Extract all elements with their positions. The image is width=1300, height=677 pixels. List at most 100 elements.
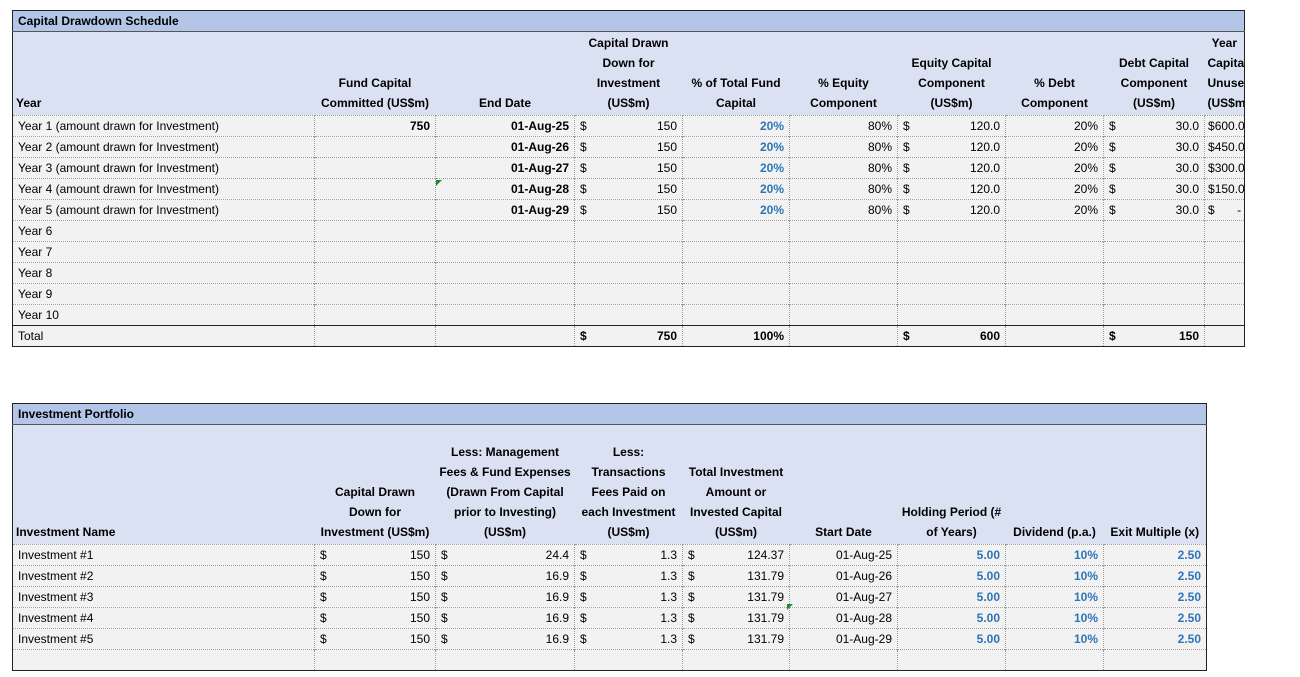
- total-invested-cell[interactable]: $131.79: [682, 565, 790, 587]
- empty-cell[interactable]: [435, 220, 575, 242]
- empty-cell[interactable]: [897, 262, 1006, 284]
- header-year[interactable]: Year: [12, 31, 315, 116]
- drawn-cell[interactable]: $150: [574, 136, 683, 158]
- total-equity-cell[interactable]: $600: [897, 325, 1006, 347]
- unused-cell[interactable]: $600.0: [1203, 115, 1246, 137]
- dividend[interactable]: 10%: [1005, 607, 1104, 629]
- debt-cell[interactable]: $30.0: [1103, 199, 1205, 221]
- exit-multiple[interactable]: 2.50: [1102, 628, 1208, 650]
- exit-multiple[interactable]: 2.50: [1102, 565, 1208, 587]
- header-dividend[interactable]: Dividend (p.a.): [1005, 424, 1104, 545]
- start-date[interactable]: 01-Aug-27: [789, 586, 898, 608]
- drawn-cell[interactable]: $150: [314, 544, 436, 566]
- pct-debt-value[interactable]: 20%: [1005, 157, 1104, 179]
- empty-cell[interactable]: [314, 283, 436, 305]
- header-pct-equity[interactable]: % Equity Component: [789, 31, 898, 116]
- holding-period[interactable]: 5.00: [897, 628, 1006, 650]
- total-invested-cell[interactable]: $124.37: [682, 544, 790, 566]
- year-label[interactable]: Year 1 (amount drawn for Investment): [12, 115, 315, 137]
- empty-cell[interactable]: [897, 241, 1006, 263]
- empty-cell[interactable]: [1005, 241, 1104, 263]
- blank-cell[interactable]: [682, 649, 790, 671]
- total-pct-equity-cell[interactable]: [789, 325, 898, 347]
- header-management-fees[interactable]: Less: Management Fees & Fund Expenses (D…: [435, 424, 575, 545]
- unused-cell[interactable]: $ -: [1203, 199, 1246, 221]
- holding-period[interactable]: 5.00: [897, 607, 1006, 629]
- start-date[interactable]: 01-Aug-29: [789, 628, 898, 650]
- start-date[interactable]: 01-Aug-25: [789, 544, 898, 566]
- empty-cell[interactable]: [435, 283, 575, 305]
- end-date[interactable]: 01-Aug-25: [435, 115, 575, 137]
- empty-cell[interactable]: [574, 220, 683, 242]
- exit-multiple[interactable]: 2.50: [1102, 544, 1208, 566]
- unused-cell[interactable]: $300.0: [1203, 157, 1246, 179]
- empty-cell[interactable]: [682, 283, 790, 305]
- drawn-cell[interactable]: $150: [314, 628, 436, 650]
- pct-debt-value[interactable]: 20%: [1005, 178, 1104, 200]
- debt-cell[interactable]: $30.0: [1103, 115, 1205, 137]
- year-label[interactable]: Year 7: [12, 241, 315, 263]
- equity-cell[interactable]: $120.0: [897, 136, 1006, 158]
- header-investment-name[interactable]: Investment Name: [12, 424, 315, 545]
- drawn-cell[interactable]: $150: [574, 178, 683, 200]
- investment-name[interactable]: Investment #3: [12, 586, 315, 608]
- drawn-cell[interactable]: $150: [574, 199, 683, 221]
- start-date[interactable]: 01-Aug-28: [789, 607, 898, 629]
- empty-cell[interactable]: [1203, 304, 1246, 326]
- total-debt-cell[interactable]: $150: [1103, 325, 1205, 347]
- year-label[interactable]: Year 6: [12, 220, 315, 242]
- empty-cell[interactable]: [435, 304, 575, 326]
- pct-total-value[interactable]: 20%: [682, 199, 790, 221]
- blank-cell[interactable]: [1102, 649, 1208, 671]
- header-debt-component[interactable]: Debt Capital Component (US$m): [1103, 31, 1205, 116]
- total-invested-cell[interactable]: $131.79: [682, 607, 790, 629]
- empty-cell[interactable]: [1203, 283, 1246, 305]
- committed-value[interactable]: [314, 136, 436, 158]
- empty-cell[interactable]: [1005, 220, 1104, 242]
- empty-cell[interactable]: [682, 241, 790, 263]
- empty-cell[interactable]: [897, 283, 1006, 305]
- empty-cell[interactable]: [435, 241, 575, 263]
- empty-cell[interactable]: [314, 241, 436, 263]
- year-label[interactable]: Year 5 (amount drawn for Investment): [12, 199, 315, 221]
- header-end-date[interactable]: End Date: [435, 31, 575, 116]
- txn-cell[interactable]: $1.3: [574, 544, 683, 566]
- portfolio-title[interactable]: Investment Portfolio: [11, 403, 1208, 425]
- fees-cell[interactable]: $16.9: [435, 607, 575, 629]
- header-start-date[interactable]: Start Date: [789, 424, 898, 545]
- total-committed-cell[interactable]: [314, 325, 436, 347]
- empty-cell[interactable]: [789, 241, 898, 263]
- holding-period[interactable]: 5.00: [897, 544, 1006, 566]
- empty-cell[interactable]: [314, 262, 436, 284]
- pct-debt-value[interactable]: 20%: [1005, 199, 1104, 221]
- debt-cell[interactable]: $30.0: [1103, 178, 1205, 200]
- total-invested-cell[interactable]: $131.79: [682, 628, 790, 650]
- empty-cell[interactable]: [789, 283, 898, 305]
- txn-cell[interactable]: $1.3: [574, 586, 683, 608]
- blank-cell[interactable]: [435, 649, 575, 671]
- equity-cell[interactable]: $120.0: [897, 115, 1006, 137]
- drawn-cell[interactable]: $150: [314, 586, 436, 608]
- empty-cell[interactable]: [682, 220, 790, 242]
- holding-period[interactable]: 5.00: [897, 565, 1006, 587]
- header-total-investment[interactable]: Total Investment Amount or Invested Capi…: [682, 424, 790, 545]
- pct-total-value[interactable]: 20%: [682, 136, 790, 158]
- comment-marker-icon[interactable]: [787, 604, 793, 610]
- empty-cell[interactable]: [1203, 220, 1246, 242]
- end-date[interactable]: 01-Aug-29: [435, 199, 575, 221]
- debt-cell[interactable]: $30.0: [1103, 157, 1205, 179]
- year-label[interactable]: Year 4 (amount drawn for Investment): [12, 178, 315, 200]
- empty-cell[interactable]: [1103, 283, 1205, 305]
- exit-multiple[interactable]: 2.50: [1102, 586, 1208, 608]
- investment-name[interactable]: Investment #2: [12, 565, 315, 587]
- header-exit-multiple[interactable]: Exit Multiple (x): [1103, 424, 1207, 545]
- end-date[interactable]: 01-Aug-26: [435, 136, 575, 158]
- pct-equity-value[interactable]: 80%: [789, 178, 898, 200]
- total-drawn-cell[interactable]: $750: [574, 325, 683, 347]
- committed-value[interactable]: [314, 199, 436, 221]
- empty-cell[interactable]: [314, 220, 436, 242]
- txn-cell[interactable]: $1.3: [574, 565, 683, 587]
- end-date[interactable]: 01-Aug-28: [435, 178, 575, 200]
- empty-cell[interactable]: [574, 241, 683, 263]
- committed-value[interactable]: 750: [314, 115, 436, 137]
